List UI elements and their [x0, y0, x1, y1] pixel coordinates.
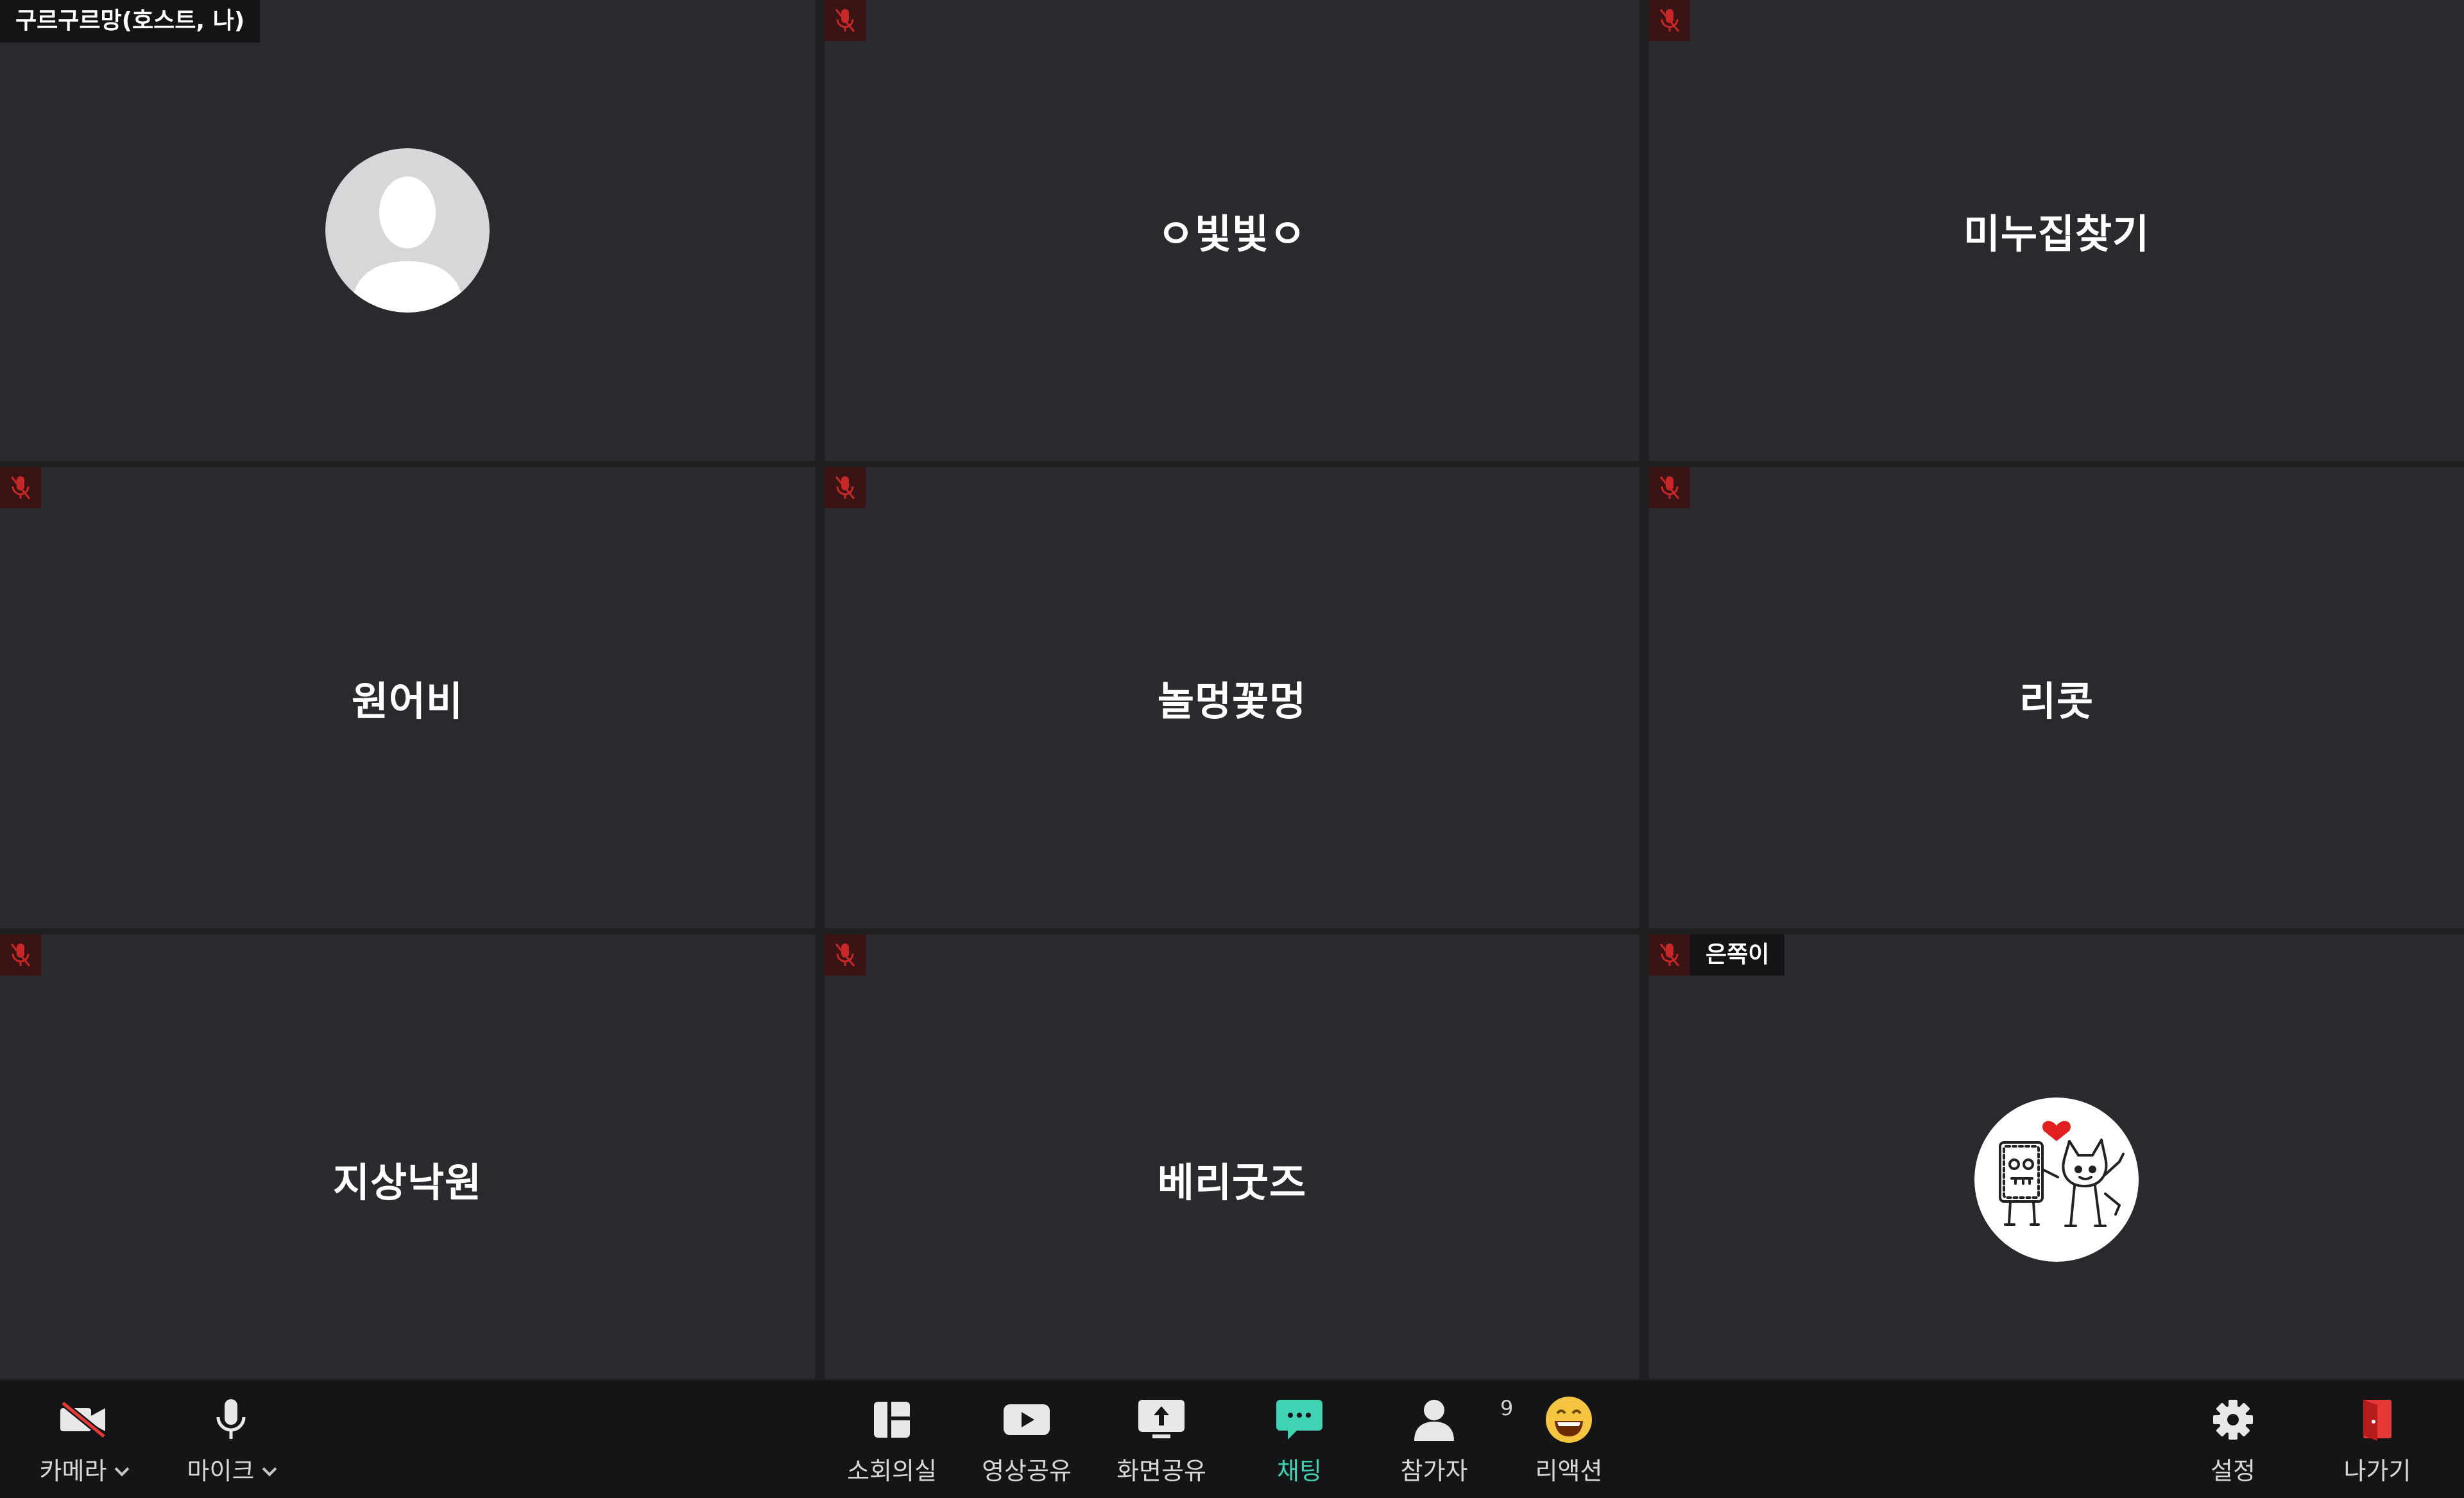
- video-tile[interactable]: 리콧: [1649, 467, 2464, 928]
- mic-muted-icon: [0, 467, 41, 508]
- microphone-label: 마이크: [187, 1457, 255, 1485]
- camera-off-icon: [60, 1400, 107, 1439]
- video-share-icon: [1004, 1404, 1050, 1435]
- participants-button[interactable]: 9 참가자: [1367, 1381, 1514, 1498]
- settings-label: 설정: [2211, 1457, 2255, 1485]
- screen-share-label: 화면공유: [1116, 1457, 1206, 1485]
- participants-label: 참가자: [1400, 1457, 1468, 1485]
- settings-button[interactable]: 설정: [2169, 1381, 2297, 1498]
- mic-muted-icon: [1649, 467, 1690, 508]
- settings-icon: [2213, 1400, 2253, 1440]
- mic-muted-icon: [825, 934, 866, 976]
- reaction-button[interactable]: 리액션: [1502, 1381, 1636, 1498]
- camera-button[interactable]: 카메라: [19, 1381, 148, 1498]
- chat-button[interactable]: 채팅: [1232, 1381, 1367, 1498]
- participants-icon: [1414, 1400, 1454, 1441]
- profile-avatar-image: [1974, 1098, 2139, 1262]
- breakout-room-button[interactable]: 소회의실: [828, 1381, 956, 1498]
- video-tile[interactable]: 은쪽이: [1649, 934, 2464, 1379]
- screen-share-button[interactable]: 화면공유: [1097, 1381, 1226, 1498]
- participant-name: 지상낙원: [332, 1158, 483, 1206]
- chevron-down-icon[interactable]: [262, 1461, 277, 1477]
- participant-name: 미누집찾기: [1963, 211, 2150, 257]
- leave-icon: [2363, 1400, 2391, 1441]
- video-tile-host[interactable]: 구르구르망(호스트, 나): [0, 0, 815, 461]
- video-tile[interactable]: 놀멍꽃멍: [825, 467, 1639, 928]
- mic-muted-icon: [1649, 934, 1690, 976]
- participant-name: 리콧: [2019, 678, 2094, 725]
- leave-label: 나가기: [2343, 1457, 2411, 1485]
- video-share-button[interactable]: 영상공유: [963, 1381, 1091, 1498]
- participant-name: 놀멍꽃멍: [1157, 678, 1307, 725]
- video-tile[interactable]: 베리굿즈: [825, 934, 1639, 1379]
- chat-label: 채팅: [1277, 1457, 1322, 1485]
- meeting-toolbar: 카메라 마이크 소회의실 영상공유 화면공유 채팅 9 참가자 리액션 설정 나…: [0, 1381, 2464, 1498]
- host-name-label: 구르구르망(호스트, 나): [0, 0, 261, 42]
- reaction-icon: [1546, 1397, 1592, 1443]
- video-grid: 구르구르망(호스트, 나) ㅇ빛빛ㅇ 미누집찾기 원어비 놀멍꽃멍 리콧 지상낙…: [0, 0, 2464, 1379]
- microphone-button[interactable]: 마이크: [167, 1381, 295, 1498]
- video-share-label: 영상공유: [982, 1457, 1072, 1485]
- breakout-room-label: 소회의실: [847, 1457, 937, 1485]
- mic-muted-icon: [0, 934, 41, 976]
- chevron-down-icon[interactable]: [115, 1461, 130, 1477]
- mic-muted-icon: [825, 467, 866, 508]
- leave-button[interactable]: 나가기: [2310, 1381, 2445, 1498]
- chat-icon: [1276, 1400, 1322, 1440]
- participant-name-badge: 은쪽이: [1690, 934, 1785, 976]
- breakout-room-icon: [874, 1402, 910, 1438]
- participant-name: 원어비: [351, 678, 464, 725]
- mic-muted-icon: [825, 0, 866, 41]
- video-tile[interactable]: ㅇ빛빛ㅇ: [825, 0, 1639, 461]
- mic-muted-icon: [1649, 0, 1690, 41]
- participant-name: 베리굿즈: [1157, 1158, 1307, 1206]
- screen-share-icon: [1138, 1400, 1185, 1438]
- microphone-icon: [216, 1399, 246, 1439]
- video-tile[interactable]: 미누집찾기: [1649, 0, 2464, 461]
- video-tile[interactable]: 원어비: [0, 467, 815, 928]
- participant-name: ㅇ빛빛ㅇ: [1157, 211, 1307, 257]
- video-tile[interactable]: 지상낙원: [0, 934, 815, 1379]
- default-avatar-icon: [325, 148, 490, 313]
- reaction-label: 리액션: [1535, 1457, 1603, 1485]
- camera-label: 카메라: [39, 1457, 107, 1485]
